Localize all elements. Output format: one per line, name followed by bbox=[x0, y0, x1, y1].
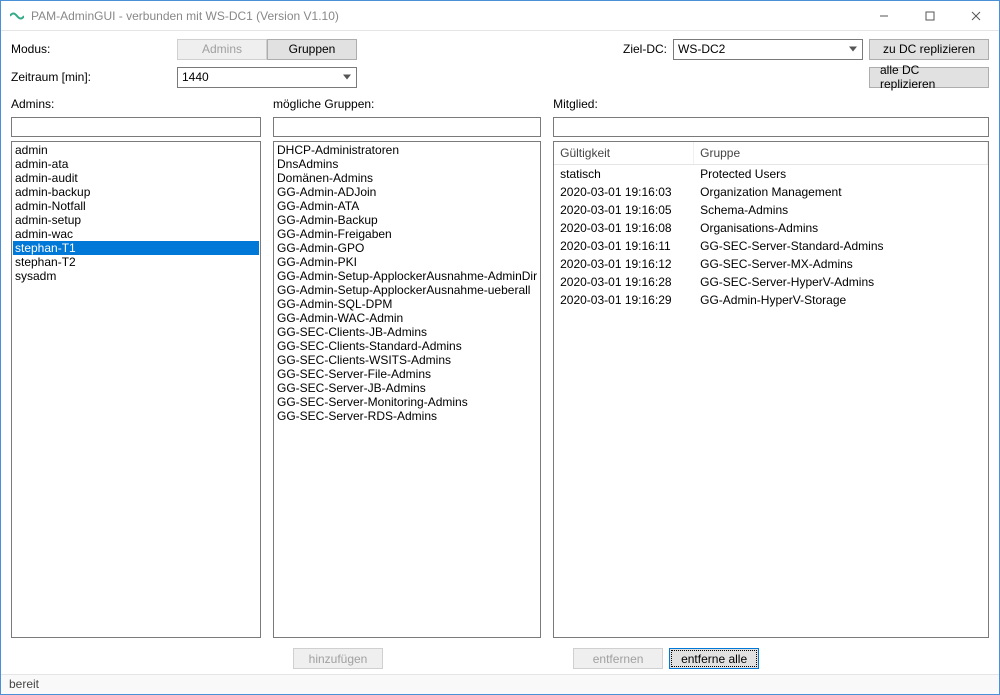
table-row[interactable]: 2020-03-01 19:16:28GG-SEC-Server-HyperV-… bbox=[554, 273, 988, 291]
label-mitglied: Mitglied: bbox=[553, 97, 989, 113]
list-item[interactable]: GG-Admin-Freigaben bbox=[275, 227, 539, 241]
groups-listbox[interactable]: DHCP-AdministratorenDnsAdminsDomänen-Adm… bbox=[273, 141, 541, 638]
label-zeitraum: Zeitraum [min]: bbox=[11, 70, 171, 84]
zeitraum-select[interactable]: 1440 bbox=[177, 67, 357, 88]
minimize-button[interactable] bbox=[861, 1, 907, 31]
member-listview[interactable]: Gültigkeit Gruppe statischProtected User… bbox=[553, 141, 989, 638]
list-item[interactable]: GG-SEC-Clients-WSITS-Admins bbox=[275, 353, 539, 367]
admins-filter-input[interactable] bbox=[11, 117, 261, 137]
cell-gueltigkeit: statisch bbox=[554, 166, 694, 182]
cell-gruppe: GG-SEC-Server-Standard-Admins bbox=[694, 238, 988, 254]
list-item[interactable]: GG-Admin-WAC-Admin bbox=[275, 311, 539, 325]
list-item[interactable]: admin-ata bbox=[13, 157, 259, 171]
list-item[interactable]: GG-Admin-ATA bbox=[275, 199, 539, 213]
list-item[interactable]: GG-Admin-Backup bbox=[275, 213, 539, 227]
groups-column: mögliche Gruppen: DHCP-AdministratorenDn… bbox=[273, 97, 541, 672]
table-row[interactable]: 2020-03-01 19:16:08Organisations-Admins bbox=[554, 219, 988, 237]
list-item[interactable]: GG-SEC-Server-JB-Admins bbox=[275, 381, 539, 395]
mode-gruppen-button[interactable]: Gruppen bbox=[267, 39, 357, 60]
list-item[interactable]: admin-Notfall bbox=[13, 199, 259, 213]
list-item[interactable]: GG-SEC-Clients-JB-Admins bbox=[275, 325, 539, 339]
label-modus: Modus: bbox=[11, 42, 171, 56]
list-item[interactable]: DHCP-Administratoren bbox=[275, 143, 539, 157]
list-item[interactable]: GG-SEC-Server-Monitoring-Admins bbox=[275, 395, 539, 409]
cell-gruppe: Organization Management bbox=[694, 184, 988, 200]
list-item[interactable]: admin-wac bbox=[13, 227, 259, 241]
cell-gruppe: Schema-Admins bbox=[694, 202, 988, 218]
table-row[interactable]: 2020-03-01 19:16:29GG-Admin-HyperV-Stora… bbox=[554, 291, 988, 309]
table-row[interactable]: 2020-03-01 19:16:03Organization Manageme… bbox=[554, 183, 988, 201]
cell-gueltigkeit: 2020-03-01 19:16:08 bbox=[554, 220, 694, 236]
member-filter-input[interactable] bbox=[553, 117, 989, 137]
member-listview-header: Gültigkeit Gruppe bbox=[554, 142, 988, 165]
cell-gueltigkeit: 2020-03-01 19:16:28 bbox=[554, 274, 694, 290]
list-item[interactable]: GG-Admin-ADJoin bbox=[275, 185, 539, 199]
table-row[interactable]: 2020-03-01 19:16:12GG-SEC-Server-MX-Admi… bbox=[554, 255, 988, 273]
table-row[interactable]: 2020-03-01 19:16:05Schema-Admins bbox=[554, 201, 988, 219]
app-icon bbox=[9, 8, 25, 24]
label-moegliche-gruppen: mögliche Gruppen: bbox=[273, 97, 541, 113]
label-admins: Admins: bbox=[11, 97, 261, 113]
list-item[interactable]: GG-SEC-Clients-Standard-Admins bbox=[275, 339, 539, 353]
alle-dc-replizieren-button[interactable]: alle DC replizieren bbox=[869, 67, 989, 88]
hinzufuegen-button[interactable]: hinzufügen bbox=[293, 648, 383, 669]
list-item[interactable]: DnsAdmins bbox=[275, 157, 539, 171]
groups-filter-input[interactable] bbox=[273, 117, 541, 137]
cell-gueltigkeit: 2020-03-01 19:16:05 bbox=[554, 202, 694, 218]
entfernen-button[interactable]: entfernen bbox=[573, 648, 663, 669]
cell-gruppe: Organisations-Admins bbox=[694, 220, 988, 236]
status-text: bereit bbox=[9, 677, 39, 691]
cell-gruppe: GG-SEC-Server-MX-Admins bbox=[694, 256, 988, 272]
zu-dc-replizieren-button[interactable]: zu DC replizieren bbox=[869, 39, 989, 60]
list-item[interactable]: GG-Admin-GPO bbox=[275, 241, 539, 255]
table-row[interactable]: 2020-03-01 19:16:11GG-SEC-Server-Standar… bbox=[554, 237, 988, 255]
cell-gueltigkeit: 2020-03-01 19:16:03 bbox=[554, 184, 694, 200]
table-row[interactable]: statischProtected Users bbox=[554, 165, 988, 183]
entferne-alle-button[interactable]: entferne alle bbox=[669, 648, 759, 669]
list-item[interactable]: GG-Admin-Setup-ApplockerAusnahme-ueberal… bbox=[275, 283, 539, 297]
cell-gruppe: Protected Users bbox=[694, 166, 988, 182]
cell-gruppe: GG-SEC-Server-HyperV-Admins bbox=[694, 274, 988, 290]
list-item[interactable]: admin bbox=[13, 143, 259, 157]
col-header-gueltigkeit[interactable]: Gültigkeit bbox=[554, 142, 694, 164]
list-item[interactable]: admin-setup bbox=[13, 213, 259, 227]
cell-gueltigkeit: 2020-03-01 19:16:12 bbox=[554, 256, 694, 272]
admins-listbox[interactable]: adminadmin-ataadmin-auditadmin-backupadm… bbox=[11, 141, 261, 638]
list-item[interactable]: admin-audit bbox=[13, 171, 259, 185]
cell-gruppe: GG-Admin-HyperV-Storage bbox=[694, 292, 988, 308]
list-item[interactable]: stephan-T1 bbox=[13, 241, 259, 255]
mode-admins-button[interactable]: Admins bbox=[177, 39, 267, 60]
list-item[interactable]: admin-backup bbox=[13, 185, 259, 199]
cell-gueltigkeit: 2020-03-01 19:16:11 bbox=[554, 238, 694, 254]
app-window: PAM-AdminGUI - verbunden mit WS-DC1 (Ver… bbox=[0, 0, 1000, 695]
list-item[interactable]: sysadm bbox=[13, 269, 259, 283]
admins-column: Admins: adminadmin-ataadmin-auditadmin-b… bbox=[11, 97, 261, 672]
zeitraum-value: 1440 bbox=[182, 70, 209, 84]
label-ziel-dc: Ziel-DC: bbox=[623, 42, 667, 56]
list-item[interactable]: stephan-T2 bbox=[13, 255, 259, 269]
list-item[interactable]: GG-Admin-SQL-DPM bbox=[275, 297, 539, 311]
list-item[interactable]: Domänen-Admins bbox=[275, 171, 539, 185]
member-column: Mitglied: Gültigkeit Gruppe statischProt… bbox=[553, 97, 989, 672]
status-bar: bereit bbox=[1, 674, 999, 694]
close-button[interactable] bbox=[953, 1, 999, 31]
content: Modus: Admins Gruppen Ziel-DC: WS-DC2 zu… bbox=[1, 31, 999, 674]
ziel-dc-value: WS-DC2 bbox=[678, 42, 725, 56]
ziel-dc-select[interactable]: WS-DC2 bbox=[673, 39, 863, 60]
list-item[interactable]: GG-Admin-Setup-ApplockerAusnahme-AdminDi… bbox=[275, 269, 539, 283]
titlebar: PAM-AdminGUI - verbunden mit WS-DC1 (Ver… bbox=[1, 1, 999, 31]
maximize-button[interactable] bbox=[907, 1, 953, 31]
window-title: PAM-AdminGUI - verbunden mit WS-DC1 (Ver… bbox=[31, 9, 861, 23]
cell-gueltigkeit: 2020-03-01 19:16:29 bbox=[554, 292, 694, 308]
list-item[interactable]: GG-SEC-Server-File-Admins bbox=[275, 367, 539, 381]
window-controls bbox=[861, 1, 999, 31]
mode-buttons: Admins Gruppen bbox=[177, 39, 357, 60]
list-item[interactable]: GG-SEC-Server-RDS-Admins bbox=[275, 409, 539, 423]
list-item[interactable]: GG-Admin-PKI bbox=[275, 255, 539, 269]
col-header-gruppe[interactable]: Gruppe bbox=[694, 142, 988, 164]
